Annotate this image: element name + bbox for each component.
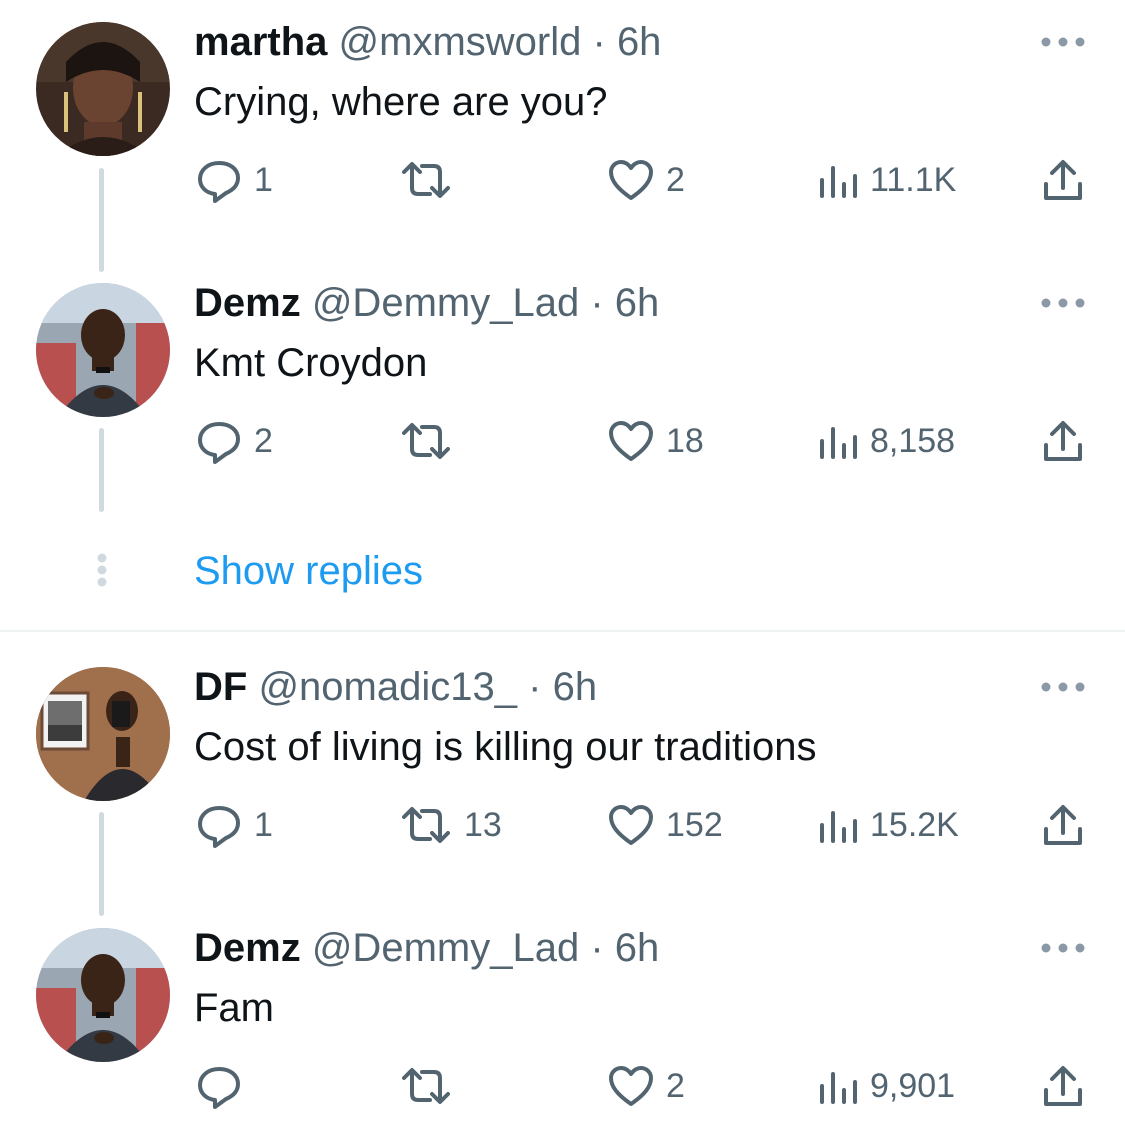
share-icon — [1044, 160, 1082, 200]
like-count: 2 — [666, 160, 685, 199]
author-name[interactable]: martha — [194, 20, 327, 64]
views-icon — [820, 1072, 857, 1104]
more-options-icon[interactable] — [1040, 681, 1086, 693]
author-handle[interactable]: @nomadic13_ — [258, 665, 517, 709]
tweet-text: Fam — [194, 986, 274, 1030]
tweet-actions: 1 2 11.1K — [0, 156, 1125, 204]
tweet-text: Crying, where are you? — [194, 80, 608, 124]
author-name[interactable]: Demz — [194, 281, 301, 325]
reply-button[interactable] — [196, 1062, 254, 1110]
retweet-icon — [402, 807, 450, 843]
section-divider — [0, 630, 1125, 632]
reply-count: 1 — [254, 805, 273, 844]
views-button[interactable]: 9,901 — [818, 1062, 955, 1110]
avatar[interactable] — [36, 667, 170, 801]
retweet-button[interactable] — [400, 156, 464, 204]
like-button[interactable]: 152 — [608, 801, 723, 849]
tweet-header: Demz @Demmy_Lad · 6h — [194, 278, 659, 328]
tweet-actions: 2 18 8,158 — [0, 417, 1125, 465]
like-count: 2 — [666, 1066, 685, 1105]
reply-count: 2 — [254, 421, 273, 460]
like-button[interactable]: 18 — [608, 417, 704, 465]
views-count: 8,158 — [870, 421, 956, 460]
show-replies-link[interactable]: Show replies — [194, 545, 423, 597]
more-options-icon[interactable] — [1040, 297, 1086, 309]
like-count: 152 — [666, 805, 723, 844]
separator-dot: · — [528, 665, 542, 709]
tweet-actions: 2 9,901 — [0, 1062, 1125, 1110]
like-button[interactable]: 2 — [608, 1062, 685, 1110]
retweet-icon — [402, 1068, 450, 1104]
share-icon — [1044, 805, 1082, 845]
reply-icon — [198, 161, 240, 203]
tweet-header: Demz @Demmy_Lad · 6h — [194, 923, 659, 973]
tweet-header: DF @nomadic13_ · 6h — [194, 662, 597, 712]
views-button[interactable]: 15.2K — [818, 801, 959, 849]
retweet-button[interactable] — [400, 1062, 464, 1110]
retweet-button[interactable]: 13 — [400, 801, 502, 849]
reply-icon — [198, 1067, 240, 1109]
share-button[interactable] — [1042, 156, 1084, 204]
retweet-icon — [402, 423, 450, 459]
like-icon — [609, 421, 653, 461]
timestamp[interactable]: 6h — [615, 281, 660, 325]
timestamp[interactable]: 6h — [617, 20, 662, 64]
timestamp[interactable]: 6h — [615, 926, 660, 970]
share-icon — [1044, 1066, 1082, 1106]
views-count: 11.1K — [870, 160, 957, 199]
views-icon — [820, 427, 857, 459]
share-button[interactable] — [1042, 417, 1084, 465]
views-button[interactable]: 8,158 — [818, 417, 955, 465]
avatar[interactable] — [36, 22, 170, 156]
tweet-actions: 1 13 152 15.2K — [0, 801, 1125, 849]
reply-button[interactable]: 1 — [196, 801, 273, 849]
separator-dot: · — [590, 926, 604, 970]
retweet-count: 13 — [464, 805, 502, 844]
author-handle[interactable]: @Demmy_Lad — [312, 926, 579, 970]
reply-count: 1 — [254, 160, 273, 199]
like-count: 18 — [666, 421, 704, 460]
tweet-text: Kmt Croydon — [194, 341, 428, 385]
share-button[interactable] — [1042, 1062, 1084, 1110]
views-icon — [820, 166, 857, 198]
timestamp[interactable]: 6h — [553, 665, 598, 709]
reply-icon — [198, 806, 240, 848]
views-button[interactable]: 11.1K — [818, 156, 956, 204]
author-name[interactable]: DF — [194, 665, 247, 709]
separator-dot: · — [590, 281, 604, 325]
like-icon — [609, 805, 653, 845]
reply-button[interactable]: 2 — [196, 417, 273, 465]
share-icon — [1044, 421, 1082, 461]
separator-dot: · — [592, 20, 606, 64]
more-options-icon[interactable] — [1040, 36, 1086, 48]
retweet-button[interactable] — [400, 417, 464, 465]
thread-continuation-dots — [95, 553, 109, 587]
avatar[interactable] — [36, 283, 170, 417]
views-count: 15.2K — [870, 805, 959, 844]
retweet-icon — [402, 162, 450, 198]
like-button[interactable]: 2 — [608, 156, 685, 204]
views-icon — [820, 811, 857, 843]
share-button[interactable] — [1042, 801, 1084, 849]
like-icon — [609, 160, 653, 200]
reply-icon — [198, 422, 240, 464]
author-name[interactable]: Demz — [194, 926, 301, 970]
tweet-text: Cost of living is killing our traditions — [194, 725, 817, 769]
views-count: 9,901 — [870, 1066, 956, 1105]
author-handle[interactable]: @mxmsworld — [339, 20, 582, 64]
more-options-icon[interactable] — [1040, 942, 1086, 954]
author-handle[interactable]: @Demmy_Lad — [312, 281, 579, 325]
reply-button[interactable]: 1 — [196, 156, 273, 204]
like-icon — [609, 1066, 653, 1106]
avatar[interactable] — [36, 928, 170, 1062]
tweet-header: martha @mxmsworld · 6h — [194, 17, 661, 67]
